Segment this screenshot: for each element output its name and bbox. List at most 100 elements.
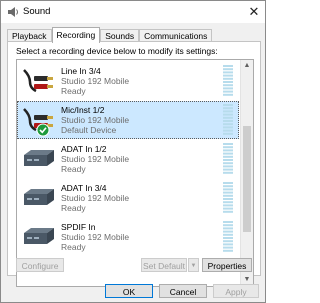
meter-segment — [223, 104, 233, 106]
level-meter — [223, 65, 233, 96]
line-in-cable-icon — [23, 69, 53, 93]
device-item-spdif-in[interactable]: SPDIF In Studio 192 Mobile Ready — [17, 218, 239, 256]
meter-segment — [223, 185, 233, 188]
device-item-mic-inst-1-2[interactable]: Mic/Inst 1/2 Studio 192 Mobile Default D… — [17, 101, 239, 139]
device-item-line-in-3-4[interactable]: Line In 3/4 Studio 192 Mobile Ready — [17, 62, 239, 100]
scroll-thumb[interactable] — [243, 126, 251, 232]
device-status: Ready — [61, 203, 86, 213]
device-item-adat-in-3-4[interactable]: ADAT In 3/4 Studio 192 Mobile Ready — [17, 179, 239, 217]
meter-segment — [223, 224, 233, 227]
device-status: Default Device — [61, 125, 117, 135]
meter-segment — [223, 240, 233, 243]
meter-segment — [223, 123, 233, 126]
meter-segment — [223, 146, 233, 149]
meter-segment — [223, 113, 233, 116]
meter-segment — [223, 159, 233, 161]
meter-segment — [223, 129, 233, 132]
digital-device-icon — [24, 150, 54, 166]
device-subtitle: Studio 192 Mobile — [61, 193, 130, 203]
level-meter — [223, 143, 233, 174]
meter-segment — [223, 194, 233, 197]
apply-button[interactable]: Apply — [213, 284, 259, 298]
meter-segment — [223, 116, 233, 119]
meter-segment — [223, 132, 233, 135]
set-default-button[interactable]: Set Default — [141, 258, 187, 272]
properties-button[interactable]: Properties — [202, 258, 252, 272]
meter-segment — [223, 84, 233, 87]
level-meter — [223, 104, 233, 135]
meter-segment — [223, 68, 233, 71]
meter-segment — [223, 182, 233, 184]
meter-segment — [223, 93, 233, 96]
ok-button[interactable]: OK — [105, 284, 153, 298]
meter-segment — [223, 143, 233, 145]
meter-segment — [223, 188, 233, 191]
close-button[interactable]: ✕ — [243, 1, 265, 23]
device-name: ADAT In 1/2 — [61, 144, 107, 154]
instruction-text: Select a recording device below to modif… — [16, 46, 218, 56]
meter-segment — [223, 149, 233, 152]
meter-segment — [223, 155, 233, 158]
meter-segment — [223, 230, 233, 233]
meter-segment — [223, 74, 233, 77]
meter-segment — [223, 207, 233, 210]
device-name: Line In 3/4 — [61, 66, 101, 76]
speaker-icon — [8, 7, 18, 17]
meter-segment — [223, 227, 233, 230]
meter-segment — [223, 204, 233, 207]
meter-segment — [223, 233, 233, 236]
meter-segment — [223, 162, 233, 165]
device-subtitle: Studio 192 Mobile — [61, 232, 130, 242]
meter-segment — [223, 210, 233, 213]
device-name: Mic/Inst 1/2 — [61, 105, 105, 115]
set-default-dropdown-icon[interactable]: ▼ — [188, 258, 199, 272]
device-list-scrollbar[interactable]: ▲ ▼ — [240, 60, 253, 286]
device-subtitle: Studio 192 Mobile — [61, 115, 130, 125]
meter-segment — [223, 77, 233, 80]
device-status: Ready — [61, 164, 86, 174]
window-title: Sound — [23, 6, 51, 17]
digital-device-icon — [24, 189, 54, 205]
device-item-adat-in-1-2[interactable]: ADAT In 1/2 Studio 192 Mobile Ready — [17, 140, 239, 178]
meter-segment — [223, 171, 233, 174]
meter-segment — [223, 152, 233, 155]
meter-segment — [223, 249, 233, 252]
meter-segment — [223, 243, 233, 246]
device-status: Ready — [61, 242, 86, 252]
sound-dialog: Sound ✕ Playback Recording Sounds Commun… — [0, 0, 266, 303]
device-list[interactable]: Line In 3/4 Studio 192 Mobile Ready Mic/… — [16, 59, 254, 287]
meter-segment — [223, 126, 233, 129]
meter-segment — [223, 71, 233, 74]
configure-button[interactable]: Configure — [16, 258, 64, 272]
meter-segment — [223, 81, 233, 83]
level-meter — [223, 221, 233, 252]
digital-device-icon — [24, 228, 54, 244]
meter-segment — [223, 191, 233, 194]
meter-segment — [223, 221, 233, 223]
tab-strip: Playback Recording Sounds Communications — [7, 27, 213, 43]
device-name: ADAT In 3/4 — [61, 183, 107, 193]
tab-recording[interactable]: Recording — [51, 27, 101, 43]
device-name: SPDIF In — [61, 222, 96, 232]
meter-segment — [223, 120, 233, 122]
meter-segment — [223, 201, 233, 204]
cancel-button[interactable]: Cancel — [159, 284, 207, 298]
device-status: Ready — [61, 86, 86, 96]
device-subtitle: Studio 192 Mobile — [61, 154, 130, 164]
meter-segment — [223, 90, 233, 93]
default-check-icon — [36, 123, 50, 137]
meter-segment — [223, 198, 233, 200]
level-meter — [223, 182, 233, 213]
meter-segment — [223, 107, 233, 110]
meter-segment — [223, 165, 233, 168]
meter-segment — [223, 246, 233, 249]
meter-segment — [223, 237, 233, 239]
title-bar: Sound ✕ — [1, 1, 265, 23]
meter-segment — [223, 110, 233, 113]
meter-segment — [223, 87, 233, 90]
meter-segment — [223, 168, 233, 171]
line-in-cable-icon — [23, 108, 53, 137]
scroll-up-icon[interactable]: ▲ — [241, 60, 253, 72]
close-icon: ✕ — [248, 4, 260, 19]
device-subtitle: Studio 192 Mobile — [61, 76, 130, 86]
